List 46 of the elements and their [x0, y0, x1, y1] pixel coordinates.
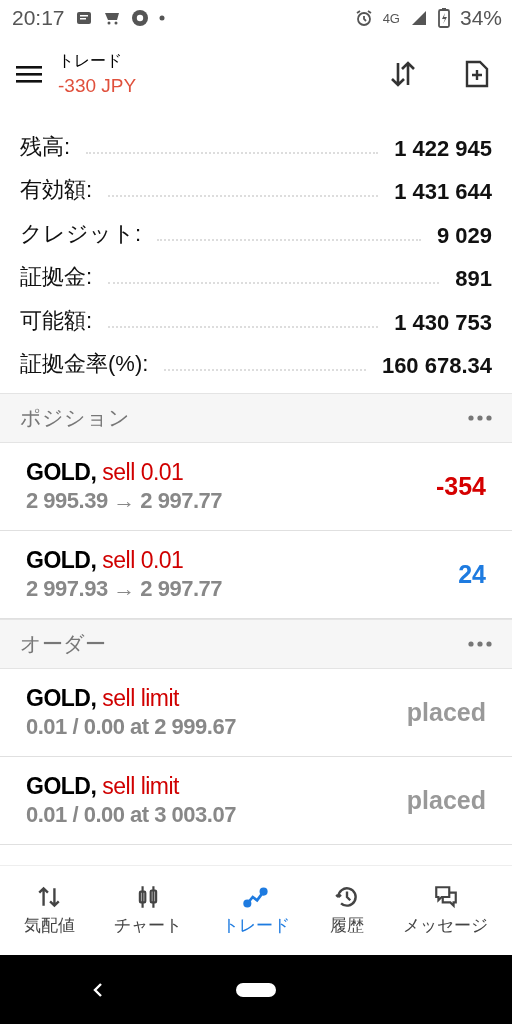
battery-level: 34%	[459, 6, 502, 30]
summary-value: 1 431 644	[394, 179, 492, 205]
profit-total: -330 JPY	[58, 75, 138, 97]
position-title: GOLD, sell 0.01	[26, 459, 185, 486]
summary-value: 9 029	[436, 222, 492, 249]
chat-bubbles-icon	[432, 884, 459, 910]
summary-label: 有効額:	[20, 176, 93, 204]
order-details: 0.01 / 0.00 at 2 999.67	[26, 714, 236, 740]
order-title: GOLD, sell limit	[26, 773, 181, 800]
dot-icon	[158, 15, 165, 21]
history-icon	[333, 884, 360, 910]
summary-value: 160 678.34	[381, 353, 492, 379]
nav-tab[interactable]: 履歴	[327, 880, 366, 941]
battery-icon	[437, 8, 450, 28]
nav-tab[interactable]: メッセージ	[401, 880, 491, 941]
summary-value: 1 422 945	[394, 135, 492, 162]
summary-label: 証拠金:	[20, 263, 93, 291]
network-type: 4G	[382, 10, 400, 26]
position-prices: 2 995.39 → 2 997.77	[26, 488, 222, 514]
summary-value: 1 430 753	[394, 309, 492, 336]
order-title: GOLD, sell limit	[26, 685, 181, 712]
summary-label: 証拠金率(%):	[20, 350, 149, 378]
more-icon[interactable]	[468, 415, 492, 421]
order-status: placed	[406, 786, 486, 815]
nav-tab[interactable]: 気配値	[21, 880, 77, 941]
more-icon[interactable]	[468, 641, 492, 647]
home-button[interactable]	[236, 982, 276, 997]
position-profit: -354	[435, 472, 486, 501]
order-status: placed	[406, 698, 486, 727]
browser-icon	[130, 9, 149, 27]
status-time: 20:17	[12, 6, 65, 30]
notification-icon	[74, 9, 93, 27]
summary-label: クレジット:	[20, 219, 142, 248]
screen-title: トレード	[58, 51, 123, 71]
order-details: 0.01 / 0.00 at 3 003.07	[26, 802, 236, 828]
summary-label: 残高:	[20, 132, 71, 161]
position-profit: 24	[458, 560, 486, 589]
nav-tab[interactable]: チャート	[112, 880, 185, 941]
alarm-icon	[354, 9, 373, 27]
position-title: GOLD, sell 0.01	[26, 547, 185, 574]
summary-label: 可能額:	[20, 306, 93, 335]
position-prices: 2 997.93 → 2 997.77	[26, 576, 222, 602]
section-title: ポジション	[20, 405, 130, 431]
nav-tab[interactable]: トレード	[220, 880, 292, 941]
section-title: オーダー	[20, 631, 106, 657]
summary-value: 891	[455, 266, 492, 292]
